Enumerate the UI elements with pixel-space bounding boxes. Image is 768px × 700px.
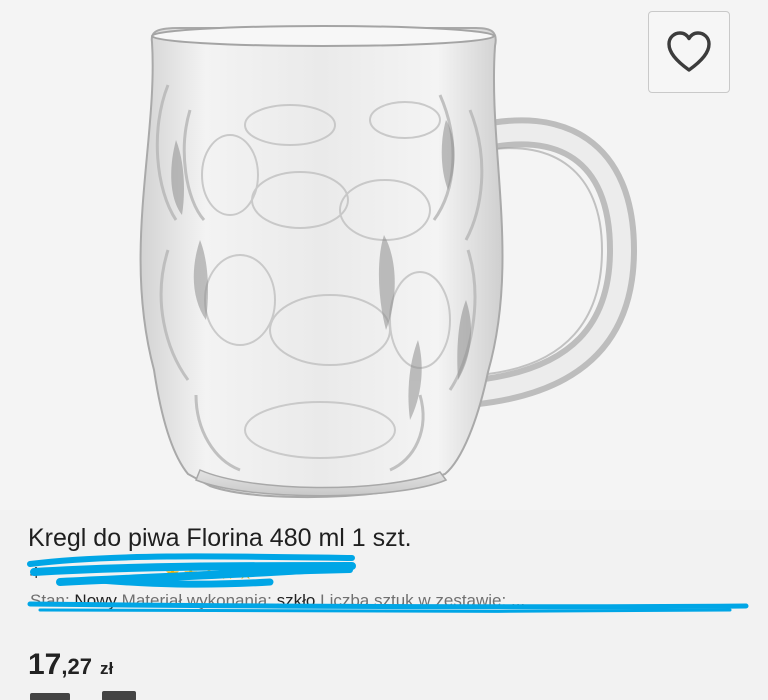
rating-value: 4 (30, 565, 39, 582)
product-image-area[interactable] (0, 0, 768, 510)
product-parameters: Stan: Nowy Materiał wykonania: szkło Lic… (30, 591, 742, 611)
product-card[interactable]: Kregl do piwa Florina 480 ml 1 szt. 4 ★★… (0, 0, 768, 700)
rating-stars: ★★★★★ (164, 564, 257, 583)
price-integer: 17 (28, 648, 62, 681)
param-label-material: Materiał wykonania: (121, 591, 277, 610)
param-label-pieces: Liczba sztuk w zestawie: (320, 591, 511, 610)
product-title[interactable]: Kregl do piwa Florina 480 ml 1 szt. (28, 524, 412, 553)
cut-off-line (30, 688, 150, 700)
price-decimal: ,27 (61, 654, 92, 679)
product-price: 17,27 zł (28, 648, 113, 682)
param-value-condition: Nowy (74, 591, 117, 610)
param-label-condition: Stan: (30, 591, 75, 610)
favorite-button[interactable] (648, 11, 730, 93)
price-currency: zł (99, 659, 114, 678)
cut-off-text-fragment (30, 691, 136, 700)
param-value-pieces: ... (510, 591, 526, 610)
param-value-material: szkło (276, 591, 316, 610)
rating-row: 4 ★★★★★ (30, 561, 256, 587)
heart-icon (667, 31, 711, 72)
